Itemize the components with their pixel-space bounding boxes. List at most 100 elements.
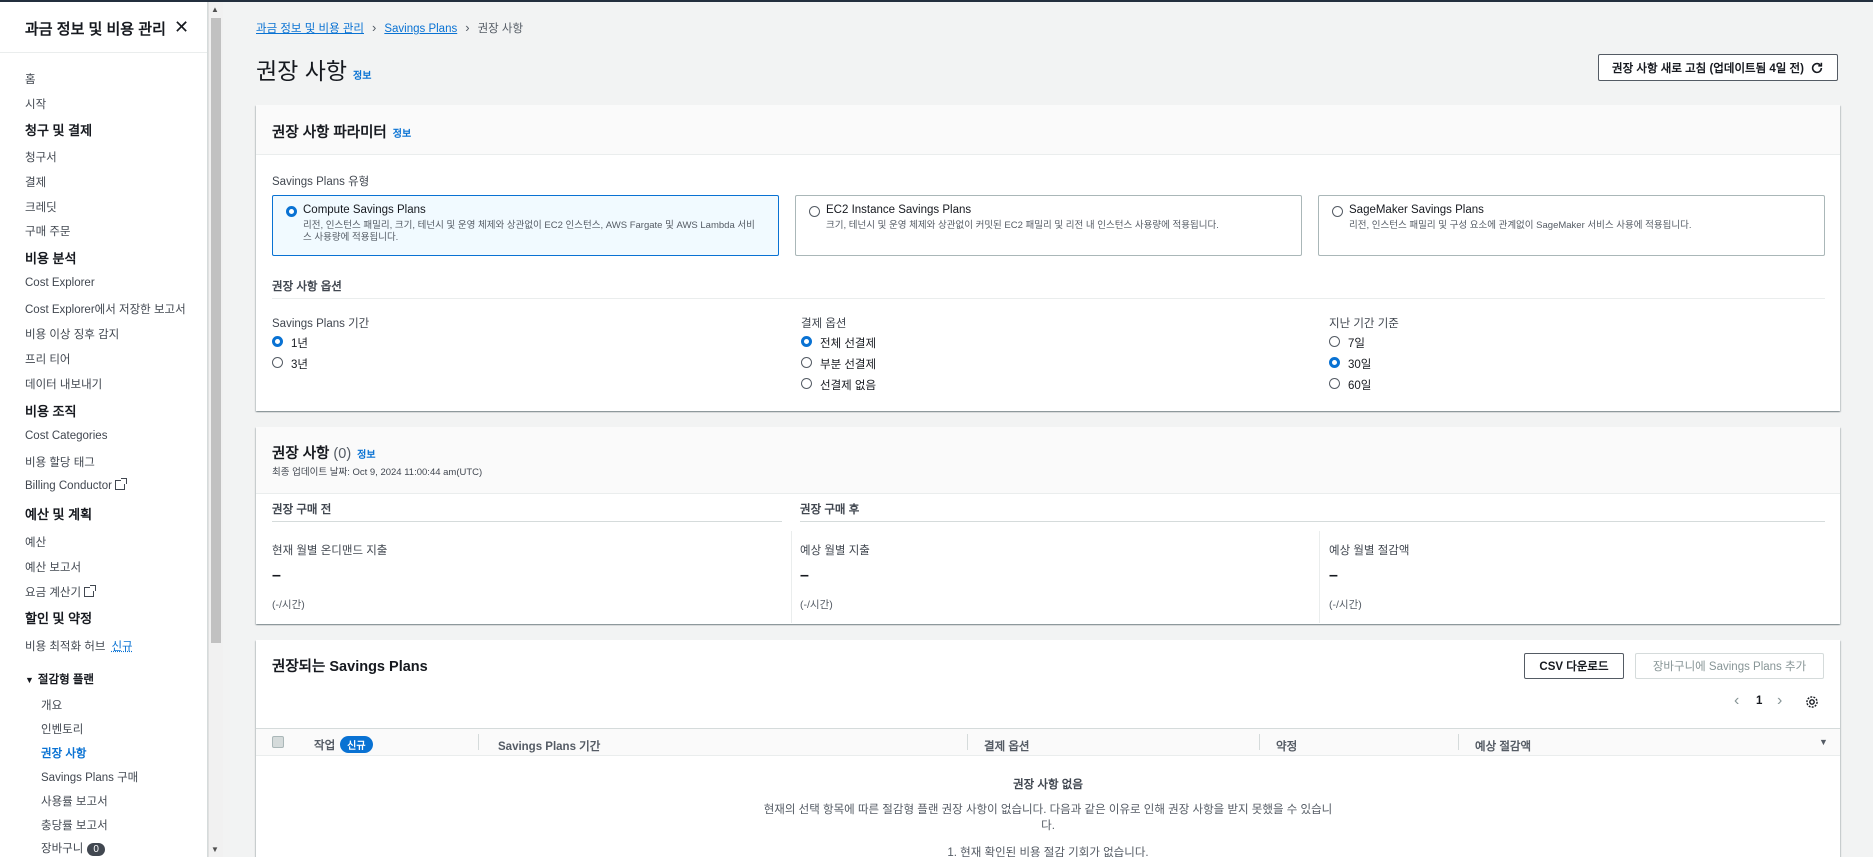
recommendations-panel: 권장 사항 (0) 정보 최종 업데이트 날짜: Oct 9, 2024 11:0… xyxy=(256,427,1840,624)
savings-plans-type-label: Savings Plans 유형 xyxy=(272,176,370,188)
metric-current-unit: (-/시간) xyxy=(272,599,305,611)
sidebar-item-home[interactable]: 홈 xyxy=(25,71,36,87)
sidebar-item-free-tier[interactable]: 프리 티어 xyxy=(25,351,71,367)
sidebar-item-cost-categories[interactable]: Cost Categories xyxy=(25,430,107,442)
radio-lookback-60[interactable] xyxy=(1329,378,1340,389)
sidebar-divider xyxy=(0,52,207,53)
before-purchase-label: 권장 구매 전 xyxy=(272,504,332,516)
sidebar-item-saved-reports[interactable]: Cost Explorer에서 저장한 보고서 xyxy=(25,301,186,317)
pricing-calculator-label: 요금 계산기 xyxy=(25,587,82,599)
column-estimated-savings[interactable]: 예상 절감액 xyxy=(1475,738,1531,754)
card-compute-savings-plans[interactable]: Compute Savings Plans 리전, 인스턴스 패밀리, 크기, … xyxy=(272,195,779,256)
chevron-right-icon: › xyxy=(372,20,377,35)
term-option-3yr: 3년 xyxy=(291,359,308,371)
sidebar-item-budget-reports[interactable]: 예산 보고서 xyxy=(25,559,81,575)
sidebar-item-cost-explorer[interactable]: Cost Explorer xyxy=(25,277,95,289)
sidebar-item-recommendations[interactable]: 권장 사항 xyxy=(41,745,87,761)
sidebar-item-coverage-report[interactable]: 충당률 보고서 xyxy=(41,817,108,833)
chevron-right-icon[interactable]: › xyxy=(1777,692,1782,710)
recommendations-info-link[interactable]: 정보 xyxy=(357,450,375,461)
breadcrumb-billing[interactable]: 과금 정보 및 비용 관리 xyxy=(256,23,364,35)
main-content: 과금 정보 및 비용 관리 › Savings Plans › 권장 사항 권장 사항 정… xyxy=(223,2,1873,857)
payment-option-no-upfront: 선결제 없음 xyxy=(820,380,877,392)
radio-term-1yr[interactable] xyxy=(272,336,283,347)
card-sagemaker-savings-plans[interactable]: SageMaker Savings Plans 리전, 인스턴스 패밀리 및 구… xyxy=(1318,195,1825,256)
column-term[interactable]: Savings Plans 기간 xyxy=(498,738,600,754)
sidebar-item-utilization-report[interactable]: 사용률 보고서 xyxy=(41,793,108,809)
page-number[interactable]: 1 xyxy=(1756,695,1762,707)
radio-compute[interactable] xyxy=(286,206,297,217)
sidebar-item-data-exports[interactable]: 데이터 내보내기 xyxy=(25,376,102,392)
before-divider xyxy=(272,521,782,522)
metric-separator-1 xyxy=(791,531,792,623)
column-commitment[interactable]: 약정 xyxy=(1276,738,1297,754)
card-ec2-instance-savings-plans[interactable]: EC2 Instance Savings Plans 크기, 테넌시 및 운영 … xyxy=(795,195,1302,256)
metric-savings-value: – xyxy=(1329,567,1338,584)
sidebar-item-credits[interactable]: 크레딧 xyxy=(25,199,57,215)
sidebar-item-bills[interactable]: 청구서 xyxy=(25,149,57,165)
cart-count-badge: 0 xyxy=(87,843,105,856)
sidebar-item-pricing-calculator[interactable]: 요금 계산기 xyxy=(25,584,97,600)
sidebar-item-payments[interactable]: 결제 xyxy=(25,174,46,190)
empty-state-reason: 1. 현재 확인된 비용 절감 기회가 없습니다. xyxy=(947,847,1149,857)
metric-estimated-spend-label: 예상 월별 지출 xyxy=(800,545,870,557)
column-separator xyxy=(1458,734,1459,750)
add-to-cart-button[interactable]: 장바구니에 Savings Plans 추가 xyxy=(1635,653,1824,679)
csv-download-button[interactable]: CSV 다운로드 xyxy=(1524,653,1624,679)
term-option-1yr: 1년 xyxy=(291,338,308,350)
column-action[interactable]: 작업 신규 xyxy=(314,736,373,753)
gear-icon[interactable] xyxy=(1805,695,1819,709)
sidebar-item-purchase-savings-plans[interactable]: Savings Plans 구매 xyxy=(41,769,138,785)
side-navigation: 과금 정보 및 비용 관리 ✕ 홈 시작 청구 및 결제 청구서 결제 크레딧 … xyxy=(0,2,208,857)
metric-separator-2 xyxy=(1319,531,1320,623)
sidebar-item-getting-started[interactable]: 시작 xyxy=(25,96,46,112)
chevron-left-icon[interactable]: ‹ xyxy=(1734,692,1739,710)
metric-current-label: 현재 월별 온디맨드 지출 xyxy=(272,545,388,557)
card-ec2-desc: 크기, 테넌시 및 운영 체제와 상관없이 커밋된 EC2 패밀리 및 리전 내… xyxy=(826,220,1219,231)
sidebar-item-inventory[interactable]: 인벤토리 xyxy=(41,721,83,737)
column-payment-option[interactable]: 결제 옵션 xyxy=(984,738,1030,754)
column-separator xyxy=(967,734,968,750)
lookback-option-7: 7일 xyxy=(1348,338,1365,350)
sidebar-item-cost-allocation-tags[interactable]: 비용 할당 태그 xyxy=(25,454,95,470)
scroll-up-icon[interactable]: ▲ xyxy=(211,5,219,14)
radio-payment-no-upfront[interactable] xyxy=(801,378,812,389)
parameters-panel: 권장 사항 파라미터 정보 Savings Plans 유형 Compute Sa… xyxy=(256,105,1840,411)
sidebar-group-savings-plans[interactable]: ▼ 절감형 플랜 xyxy=(25,671,94,687)
radio-lookback-30[interactable] xyxy=(1329,357,1340,368)
options-divider xyxy=(272,298,1825,299)
refresh-icon xyxy=(1811,62,1823,73)
sort-down-icon[interactable]: ▼ xyxy=(1819,737,1828,747)
sidebar-item-overview[interactable]: 개요 xyxy=(41,697,62,713)
close-icon[interactable]: ✕ xyxy=(174,17,189,38)
payment-option-partial-upfront: 부분 선결제 xyxy=(820,359,877,371)
sidebar-item-purchase-orders[interactable]: 구매 주문 xyxy=(25,223,71,239)
sidebar-item-anomaly-detection[interactable]: 비용 이상 징후 감지 xyxy=(25,326,119,342)
page-info-link[interactable]: 정보 xyxy=(353,71,371,82)
parameters-panel-header xyxy=(256,105,1840,155)
last-updated: 최종 업데이트 날짜: Oct 9, 2024 11:00:44 am(UTC) xyxy=(272,467,483,478)
refresh-recommendations-button[interactable]: 권장 사항 새로 고침 (업데이트됨 4일 전) xyxy=(1598,54,1838,81)
radio-payment-all-upfront[interactable] xyxy=(801,336,812,347)
radio-lookback-7[interactable] xyxy=(1329,336,1340,347)
breadcrumb-savings-plans[interactable]: Savings Plans xyxy=(384,23,457,35)
radio-term-3yr[interactable] xyxy=(272,357,283,368)
sidebar-item-cost-optimization-hub[interactable]: 비용 최적화 허브 신규 xyxy=(25,638,133,654)
scrollbar-thumb[interactable] xyxy=(211,18,221,643)
sidebar-item-budgets[interactable]: 예산 xyxy=(25,534,46,550)
radio-payment-partial-upfront[interactable] xyxy=(801,357,812,368)
select-all-checkbox[interactable] xyxy=(272,736,284,748)
radio-ec2[interactable] xyxy=(809,206,820,217)
metric-savings-label: 예상 월별 절감액 xyxy=(1329,545,1410,557)
card-sagemaker-title: SageMaker Savings Plans xyxy=(1349,204,1484,216)
scroll-down-icon[interactable]: ▼ xyxy=(211,845,219,854)
parameters-info-link[interactable]: 정보 xyxy=(393,129,411,140)
term-label: Savings Plans 기간 xyxy=(272,318,370,330)
new-badge: 신규 xyxy=(340,736,373,753)
sidebar-item-cart[interactable]: 장바구니 0 xyxy=(41,840,105,856)
radio-sagemaker[interactable] xyxy=(1332,206,1343,217)
sidebar-section-cost-organization: 비용 조직 xyxy=(25,404,77,419)
page-title: 권장 사항 정보 xyxy=(256,52,371,86)
sidebar-item-billing-conductor[interactable]: Billing Conductor xyxy=(25,478,127,492)
cart-label: 장바구니 xyxy=(41,843,84,855)
